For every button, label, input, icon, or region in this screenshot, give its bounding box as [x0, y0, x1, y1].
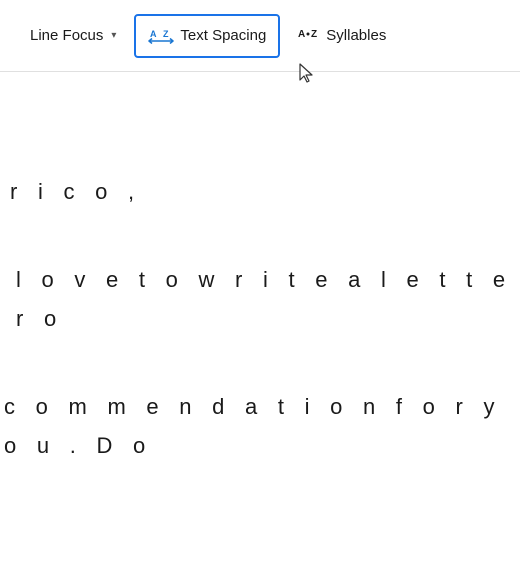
- document-content: r i c o , l o v e t o w r i t e a l e t …: [0, 72, 520, 588]
- line-focus-chevron-icon: ▾: [111, 30, 116, 41]
- line-focus-button[interactable]: Line Focus ▾: [16, 17, 130, 54]
- syllables-button[interactable]: A Z Syllables: [284, 14, 400, 57]
- text-line-3: c o m m e n d a t i o n f o r y o u . D …: [0, 387, 520, 466]
- svg-text:Z: Z: [163, 29, 169, 39]
- line-focus-label: Line Focus: [30, 27, 103, 44]
- text-spacing-button[interactable]: A Z Text Spacing: [134, 14, 280, 58]
- svg-text:A: A: [298, 29, 305, 40]
- toolbar: Line Focus ▾ A Z Text Spacing: [0, 0, 520, 72]
- svg-text:Z: Z: [311, 29, 317, 40]
- svg-text:A: A: [150, 29, 157, 39]
- text-spacing-label: Text Spacing: [180, 27, 266, 44]
- syllables-label: Syllables: [326, 27, 386, 44]
- text-line-2: l o v e t o w r i t e a l e t t e r o: [0, 260, 520, 339]
- text-spacing-icon: A Z: [148, 24, 174, 48]
- syllables-icon: A Z: [298, 24, 320, 47]
- text-line-1: r i c o ,: [0, 172, 520, 212]
